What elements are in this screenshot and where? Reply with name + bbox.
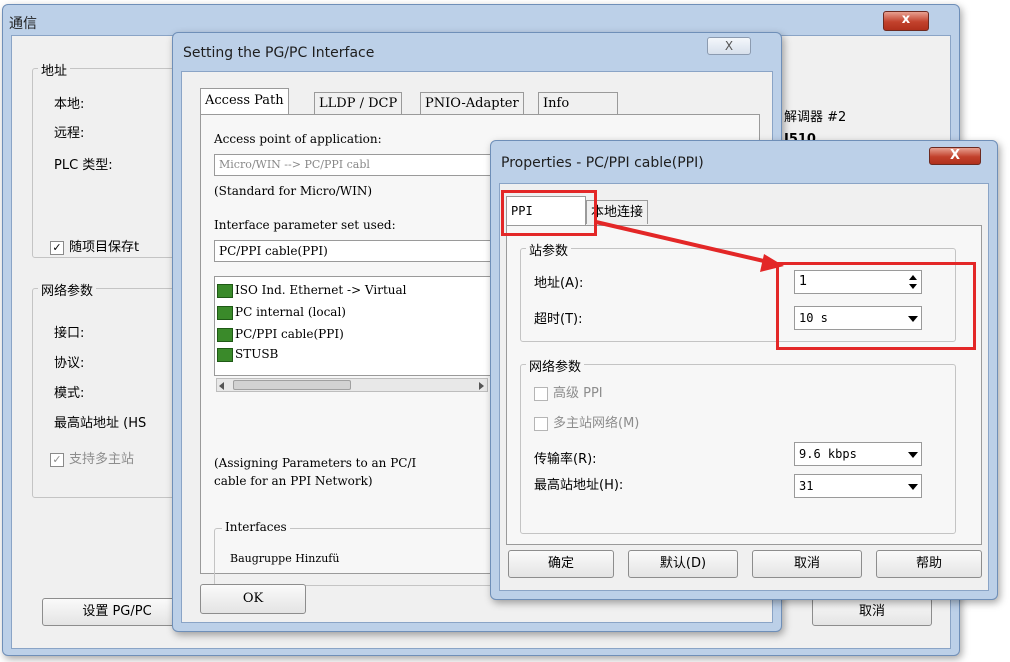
network-group-label: 网络参数 [38,280,97,299]
baud-rate-label: 传输率(R): [534,452,597,467]
address-label: 地址(A): [534,276,584,291]
param-set-list[interactable]: ISO Ind. Ethernet -> Virtual PC internal… [214,276,504,376]
save-with-project-label: 随项目保存t [69,240,140,255]
list-item[interactable]: STUSB [217,345,503,363]
baud-rate-select[interactable]: 9.6 kbps [794,442,922,466]
highest-address-value: 31 [799,479,814,493]
ppi-window-title: Properties - PC/PPI cable(PPI) [501,155,704,171]
multimaster-network-checkbox[interactable]: 多主站网络(M) [534,412,639,431]
tab-access-path[interactable]: Access Path [200,88,289,114]
annotation-box-ppi-tab [501,190,597,236]
horizontal-scrollbar[interactable] [216,378,488,392]
checkbox-icon [534,416,548,431]
access-point-label: Access point of application: [214,132,382,146]
chevron-down-icon [908,484,918,490]
list-item[interactable]: PC internal (local) [217,301,503,323]
network-card-icon [217,347,233,362]
address-group-label: 地址 [38,60,71,79]
baud-rate-value: 9.6 kbps [799,447,857,461]
tab-pnio-adapter[interactable]: PNIO-Adapter [420,92,524,114]
highest-address-label: 最高站地址(H): [534,478,624,493]
ppi-help-button[interactable]: 帮助 [876,550,982,578]
network-card-icon [217,283,233,298]
mode-label: 模式: [54,386,85,401]
param-set-field[interactable]: PC/PPI cable(PPI) [214,240,504,262]
modem-text: 解调器 #2 [784,110,847,125]
local-label: 本地: [54,97,85,112]
ppi-window-body: PPI 本地连接 站参数 地址(A): 1 超时(T): 10 s 网络参数 高… [499,183,989,591]
ppi-cancel-button[interactable]: 取消 [752,550,862,578]
pgpc-window-title: Setting the PG/PC Interface [183,45,375,61]
network-card-icon [217,327,233,342]
multimaster-label: 支持多主站 [69,452,135,467]
checkbox-icon: ✓ [50,240,64,255]
protocol-label: 协议: [54,356,85,371]
list-item-label: PC internal (local) [235,305,346,319]
chevron-down-icon [908,452,918,458]
remote-label: 远程: [54,126,85,141]
tab-lldp-dcp[interactable]: LLDP / DCP [314,92,403,114]
ppi-default-button[interactable]: 默认(D) [628,550,738,578]
interfaces-group-label: Interfaces [222,520,290,534]
highest-address-select[interactable]: 31 [794,474,922,498]
ppi-close-button[interactable]: X [929,147,981,165]
ppi-ok-button[interactable]: 确定 [508,550,614,578]
ppi-network-group-label: 网络参数 [526,356,585,375]
multimaster-network-label: 多主站网络(M) [553,416,640,431]
pgpc-ok-button[interactable]: OK [200,584,306,614]
checkbox-icon: ✓ [50,452,64,467]
network-card-icon [217,305,233,320]
pgpc-close-button[interactable]: X [707,37,751,55]
comm-close-button[interactable]: x [883,11,929,31]
scroll-right-icon[interactable] [479,382,484,390]
assign-desc-line2: cable for an PPI Network) [214,474,373,488]
interface-label: 接口: [54,326,85,341]
comm-window-title: 通信 [9,16,37,32]
param-set-label: Interface parameter set used: [214,218,396,232]
setup-pgpc-button[interactable]: 设置 PG/PC [42,598,192,626]
multimaster-checkbox[interactable]: ✓ 支持多主站 [50,448,134,467]
station-param-group-label: 站参数 [526,240,572,259]
save-with-project-checkbox[interactable]: ✓ 随项目保存t [50,236,139,255]
scroll-thumb[interactable] [233,380,351,390]
annotation-box-station-params [776,262,976,350]
tab-info[interactable]: Info [538,92,618,114]
comm-cancel-button[interactable]: 取消 [812,598,932,626]
list-item-label: STUSB [235,347,279,361]
list-item-label: ISO Ind. Ethernet -> Virtual [235,283,407,297]
advanced-ppi-label: 高级 PPI [553,386,603,401]
scroll-left-icon[interactable] [219,382,224,390]
plc-type-label: PLC 类型: [54,158,113,173]
list-item-label: PC/PPI cable(PPI) [235,327,344,341]
access-point-field[interactable]: Micro/WIN --> PC/PPI cabl [214,154,504,176]
highest-station-label: 最高站地址 (HS [54,416,147,431]
assign-desc-line1: (Assigning Parameters to an PC/I [214,456,417,470]
timeout-label: 超时(T): [534,312,583,327]
advanced-ppi-checkbox[interactable]: 高级 PPI [534,382,603,401]
list-item[interactable]: PC/PPI cable(PPI) [217,323,503,345]
checkbox-icon [534,386,548,401]
interfaces-text: Baugruppe Hinzufü [230,552,340,565]
access-point-desc: (Standard for Micro/WIN) [214,184,372,198]
list-item[interactable]: ISO Ind. Ethernet -> Virtual [217,279,503,301]
